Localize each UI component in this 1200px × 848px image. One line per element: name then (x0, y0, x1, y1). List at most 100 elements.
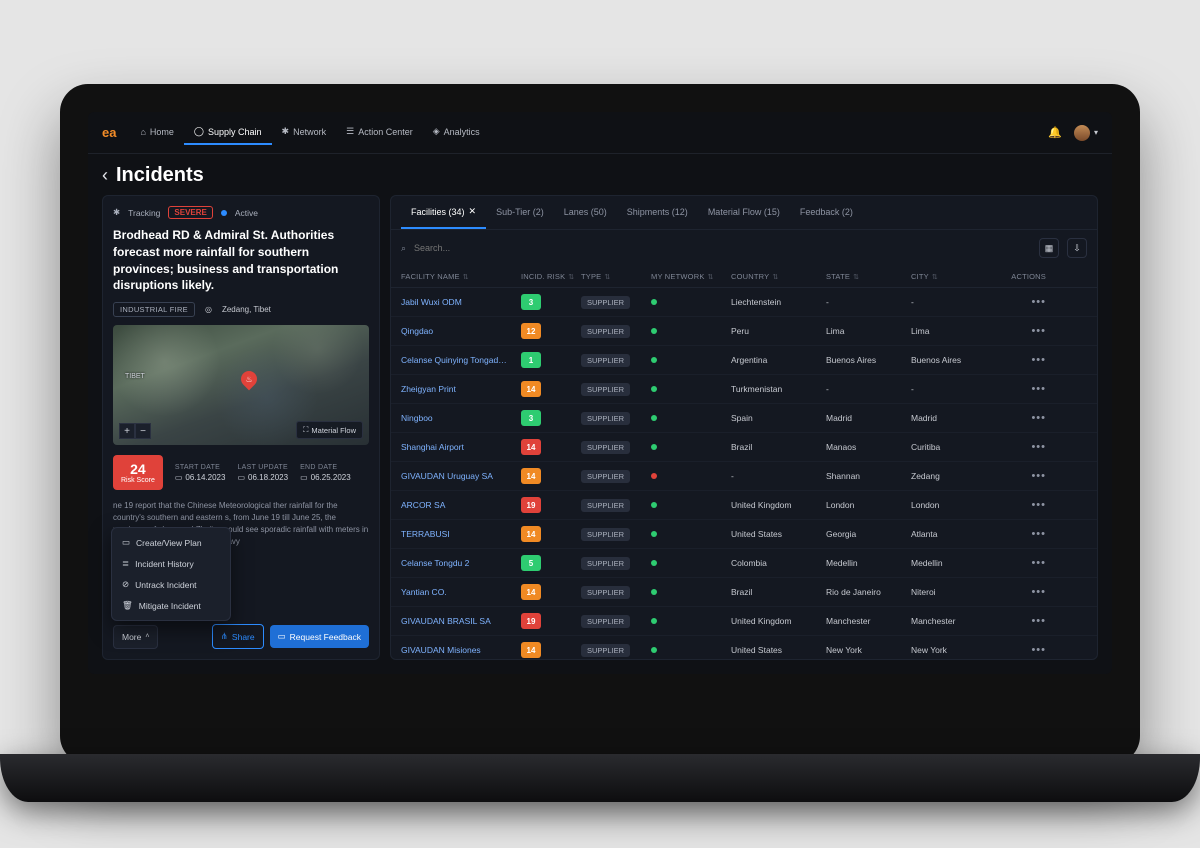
risk-badge: 1 (521, 352, 541, 368)
col-city[interactable]: CITY⇅ (911, 272, 996, 281)
row-actions-button[interactable]: ••• (996, 383, 1046, 395)
row-actions-button[interactable]: ••• (996, 325, 1046, 337)
col-label: FACILITY NAME (401, 272, 460, 281)
row-actions-button[interactable]: ••• (996, 557, 1046, 569)
network-status-dot (651, 357, 657, 363)
cell-country: Turkmenistan (731, 384, 826, 394)
row-actions-button[interactable]: ••• (996, 470, 1046, 482)
facility-link[interactable]: Celanse Tongdu 2 (401, 558, 511, 568)
col-type[interactable]: TYPE⇅ (581, 272, 651, 281)
material-flow-button[interactable]: ⛶ Material Flow (296, 421, 363, 439)
cell-city: Niteroi (911, 587, 996, 597)
cell-city: Medellin (911, 558, 996, 568)
sort-icon: ⇅ (604, 273, 610, 281)
facility-link[interactable]: ARCOR SA (401, 500, 511, 510)
facility-link[interactable]: Ningboo (401, 413, 511, 423)
col-country[interactable]: COUNTRY⇅ (731, 272, 826, 281)
facility-link[interactable]: GIVAUDAN Uruguay SA (401, 471, 511, 481)
type-pill: SUPPLIER (581, 586, 630, 599)
tab-label: Shipments (12) (627, 207, 688, 217)
row-actions-button[interactable]: ••• (996, 499, 1046, 511)
ctx-mitigate-incident[interactable]: 🗑Mitigate Incident (116, 595, 226, 616)
type-pill: SUPPLIER (581, 644, 630, 657)
calendar-icon: ▭ (175, 473, 183, 482)
nav-network[interactable]: ✱Network (272, 120, 337, 145)
zoom-in-button[interactable]: + (119, 423, 135, 439)
incident-map[interactable]: TIBET ♨ + − ⛶ Material Flow (113, 325, 369, 445)
type-pill: SUPPLIER (581, 354, 630, 367)
facilities-table: FACILITY NAME⇅INCID. RISK⇅TYPE⇅MY NETWOR… (391, 266, 1097, 659)
row-actions-button[interactable]: ••• (996, 528, 1046, 540)
ctx-icon: ▭ (122, 537, 130, 548)
nav-action-center[interactable]: ☰Action Center (336, 120, 423, 145)
risk-score-value: 24 (121, 461, 155, 477)
tab-facilities-[interactable]: Facilities (34)✕ (401, 196, 486, 229)
request-feedback-button[interactable]: ▭ Request Feedback (270, 625, 369, 648)
ctx-icon: ≣ (122, 558, 129, 569)
cell-country: Liechtenstein (731, 297, 826, 307)
share-button[interactable]: ⋔ Share (212, 624, 264, 649)
row-actions-button[interactable]: ••• (996, 296, 1046, 308)
row-actions-button[interactable]: ••• (996, 354, 1046, 366)
nav-label: Action Center (358, 127, 413, 137)
network-status-dot (651, 386, 657, 392)
col-state[interactable]: STATE⇅ (826, 272, 911, 281)
facility-link[interactable]: Qingdao (401, 326, 511, 336)
ctx-untrack-incident[interactable]: ⊘Untrack Incident (116, 574, 226, 595)
row-actions-button[interactable]: ••• (996, 441, 1046, 453)
row-actions-button[interactable]: ••• (996, 644, 1046, 656)
facility-link[interactable]: Celanse Quinying Tongadel... (401, 355, 511, 365)
incident-detail-panel: ✱ Tracking SEVERE Active Brodhead RD & A… (102, 195, 380, 660)
table-row: Shanghai Airport14SUPPLIERBrazilManaosCu… (391, 433, 1097, 462)
tab-sub-tier-[interactable]: Sub-Tier (2) (486, 196, 554, 229)
facility-link[interactable]: Yantian CO. (401, 587, 511, 597)
tab-close-icon[interactable]: ✕ (469, 206, 477, 217)
back-button[interactable]: ‹ (102, 165, 108, 186)
type-pill: SUPPLIER (581, 412, 630, 425)
col-incid-risk[interactable]: INCID. RISK⇅ (521, 272, 581, 281)
risk-score-box: 24 Risk Score (113, 455, 163, 490)
nav-home[interactable]: ⌂Home (130, 120, 183, 145)
cell-state: - (826, 297, 911, 307)
row-actions-button[interactable]: ••• (996, 615, 1046, 627)
col-facility-name[interactable]: FACILITY NAME⇅ (401, 272, 521, 281)
notifications-icon[interactable]: 🔔 (1048, 126, 1062, 139)
type-pill: SUPPLIER (581, 528, 630, 541)
more-button[interactable]: More ˄ (113, 625, 158, 649)
export-button[interactable]: ⇩ (1067, 238, 1087, 258)
row-actions-button[interactable]: ••• (996, 586, 1046, 598)
cell-state: New York (826, 645, 911, 655)
tab-lanes-[interactable]: Lanes (50) (554, 196, 617, 229)
col-actions[interactable]: ACTIONS (996, 272, 1046, 281)
user-menu[interactable]: ▾ (1074, 125, 1098, 141)
type-pill: SUPPLIER (581, 557, 630, 570)
nav-analytics[interactable]: ◈Analytics (423, 120, 490, 145)
facility-link[interactable]: GIVAUDAN BRASIL SA (401, 616, 511, 626)
col-my-network[interactable]: MY NETWORK⇅ (651, 272, 731, 281)
ctx-create-view-plan[interactable]: ▭Create/View Plan (116, 532, 226, 553)
row-actions-button[interactable]: ••• (996, 412, 1046, 424)
nav-supply-chain[interactable]: ◯Supply Chain (184, 120, 272, 145)
facility-link[interactable]: Zheigyan Print (401, 384, 511, 394)
tab-material-flow-[interactable]: Material Flow (15) (698, 196, 790, 229)
status-tracking: Tracking (128, 208, 160, 218)
cell-city: Manchester (911, 616, 996, 626)
ctx-incident-history[interactable]: ≣Incident History (116, 553, 226, 574)
search-input[interactable] (414, 243, 1031, 253)
facility-tabs: Facilities (34)✕Sub-Tier (2)Lanes (50) Sh… (391, 196, 1097, 230)
search-icon: ⌕ (401, 243, 406, 254)
facility-link[interactable]: Shanghai Airport (401, 442, 511, 452)
columns-button[interactable]: ▦ (1039, 238, 1059, 258)
cell-state: Georgia (826, 529, 911, 539)
network-status-dot (651, 560, 657, 566)
tab-shipments-[interactable]: Shipments (12) (617, 196, 698, 229)
zoom-out-button[interactable]: − (135, 423, 151, 439)
chat-icon: ▭ (278, 631, 286, 642)
tab-label: Feedback (2) (800, 207, 853, 217)
cell-country: Brazil (731, 442, 826, 452)
incident-headline: Brodhead RD & Admiral St. Authorities fo… (113, 227, 369, 294)
facility-link[interactable]: TERRABUSI (401, 529, 511, 539)
facility-link[interactable]: Jabil Wuxi ODM (401, 297, 511, 307)
facility-link[interactable]: GIVAUDAN Misiones (401, 645, 511, 655)
tab-feedback-[interactable]: Feedback (2) (790, 196, 863, 229)
